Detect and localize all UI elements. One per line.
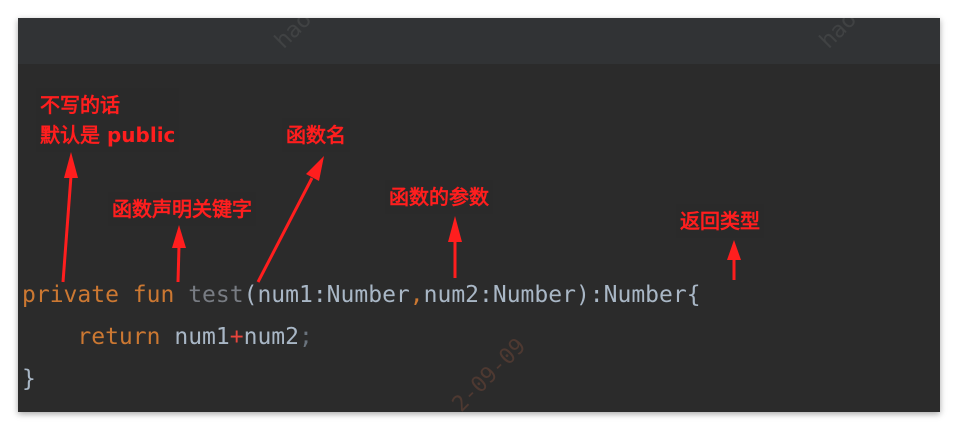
arrow-return-type: [727, 240, 741, 280]
annotation-arrows: [61, 152, 741, 283]
arrow-default-visibility: [61, 152, 78, 283]
arrow-function-name: [256, 156, 324, 283]
arrow-parameters: [448, 216, 462, 278]
arrow-fun-keyword: [172, 225, 186, 283]
